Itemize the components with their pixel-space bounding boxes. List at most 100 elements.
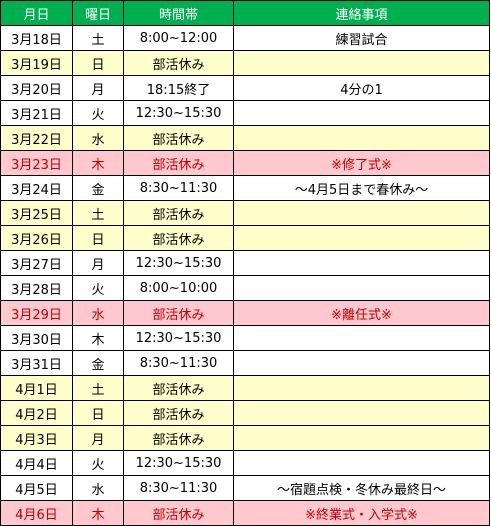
cell-time[interactable]: 部活休み	[123, 400, 234, 426]
cell-note[interactable]	[233, 250, 490, 276]
cell-day[interactable]: 水	[72, 300, 124, 326]
cell-day[interactable]: 金	[72, 350, 124, 376]
table-row: 3月31日金 8:30~11:30	[0, 350, 490, 376]
cell-time[interactable]: 8:00~10:00	[123, 275, 234, 301]
cell-day[interactable]: 木	[72, 325, 124, 351]
cell-time[interactable]: 部活休み	[123, 300, 234, 326]
cell-time[interactable]: 部活休み	[123, 500, 234, 526]
cell-day[interactable]: 金	[72, 175, 124, 201]
cell-day[interactable]: 月	[72, 250, 124, 276]
header-day: 曜日	[72, 0, 124, 26]
cell-date[interactable]: 3月31日	[0, 350, 73, 376]
cell-date[interactable]: 3月25日	[0, 200, 73, 226]
cell-date[interactable]: 3月20日	[0, 75, 73, 101]
cell-date[interactable]: 3月26日	[0, 225, 73, 251]
cell-note[interactable]: ※修了式※	[233, 150, 490, 176]
cell-time[interactable]: 部活休み	[123, 225, 234, 251]
table-row: 3月28日火 8:00~10:00	[0, 275, 490, 301]
cell-time[interactable]: 12:30~15:30	[123, 325, 234, 351]
cell-date[interactable]: 3月30日	[0, 325, 73, 351]
cell-date[interactable]: 3月28日	[0, 275, 73, 301]
cell-note[interactable]	[233, 425, 490, 451]
cell-date[interactable]: 3月27日	[0, 250, 73, 276]
cell-note[interactable]	[233, 100, 490, 126]
cell-time[interactable]: 部活休み	[123, 150, 234, 176]
header-time: 時間帯	[123, 0, 234, 26]
cell-note[interactable]	[233, 325, 490, 351]
cell-time[interactable]: 18:15終了	[123, 75, 234, 101]
table-row: 3月23日木部活休み ※修了式※	[0, 150, 490, 176]
table-row: 3月18日土 8:00~12:00 練習試合	[0, 25, 490, 51]
cell-day[interactable]: 月	[72, 75, 124, 101]
cell-note[interactable]	[233, 400, 490, 426]
cell-note[interactable]: 練習試合	[233, 25, 490, 51]
cell-time[interactable]: 部活休み	[123, 125, 234, 151]
cell-note[interactable]: ※終業式・入学式※	[233, 500, 490, 526]
cell-note[interactable]	[233, 450, 490, 476]
cell-note[interactable]: ～4月5日まで春休み～	[233, 175, 490, 201]
cell-date[interactable]: 4月5日	[0, 475, 73, 501]
cell-day[interactable]: 火	[72, 100, 124, 126]
cell-day[interactable]: 火	[72, 450, 124, 476]
cell-day[interactable]: 日	[72, 225, 124, 251]
table-row: 4月1日土部活休み	[0, 375, 490, 401]
cell-note[interactable]	[233, 125, 490, 151]
cell-day[interactable]: 月	[72, 425, 124, 451]
header-date: 月日	[0, 0, 73, 26]
table-row: 3月30日木 12:30~15:30	[0, 325, 490, 351]
table-row: 3月22日水部活休み	[0, 125, 490, 151]
cell-date[interactable]: 3月18日	[0, 25, 73, 51]
cell-day[interactable]: 土	[72, 25, 124, 51]
cell-time[interactable]: 8:30~11:30	[123, 475, 234, 501]
cell-date[interactable]: 4月6日	[0, 500, 73, 526]
cell-date[interactable]: 4月2日	[0, 400, 73, 426]
table-row: 3月29日水部活休み ※離任式※	[0, 300, 490, 326]
cell-note[interactable]	[233, 200, 490, 226]
table-row: 3月25日土部活休み	[0, 200, 490, 226]
cell-note[interactable]	[233, 375, 490, 401]
table-row: 4月4日火 12:30~15:30	[0, 450, 490, 476]
cell-date[interactable]: 4月3日	[0, 425, 73, 451]
schedule-table: 月日 曜日 時間帯 連絡事項 3月18日土 8:00~12:00 練習試合 3月19日…	[0, 0, 490, 526]
cell-date[interactable]: 3月19日	[0, 50, 73, 76]
cell-day[interactable]: 木	[72, 150, 124, 176]
cell-time[interactable]: 8:00~12:00	[123, 25, 234, 51]
cell-note[interactable]: ※離任式※	[233, 300, 490, 326]
cell-date[interactable]: 3月23日	[0, 150, 73, 176]
cell-time[interactable]: 部活休み	[123, 375, 234, 401]
header-notes: 連絡事項	[233, 0, 490, 26]
cell-day[interactable]: 日	[72, 400, 124, 426]
cell-time[interactable]: 部活休み	[123, 200, 234, 226]
cell-day[interactable]: 木	[72, 500, 124, 526]
cell-time[interactable]: 12:30~15:30	[123, 100, 234, 126]
cell-day[interactable]: 土	[72, 375, 124, 401]
cell-note[interactable]	[233, 225, 490, 251]
cell-date[interactable]: 3月29日	[0, 300, 73, 326]
table-row: 3月20日月 18:15終了 4分の1	[0, 75, 490, 101]
cell-day[interactable]: 日	[72, 50, 124, 76]
cell-time[interactable]: 8:30~11:30	[123, 175, 234, 201]
table-row: 3月21日火 12:30~15:30	[0, 100, 490, 126]
table-row: 3月19日日部活休み	[0, 50, 490, 76]
cell-note[interactable]	[233, 50, 490, 76]
cell-date[interactable]: 4月1日	[0, 375, 73, 401]
cell-time[interactable]: 12:30~15:30	[123, 250, 234, 276]
cell-note[interactable]: 4分の1	[233, 75, 490, 101]
cell-time[interactable]: 部活休み	[123, 50, 234, 76]
cell-time[interactable]: 部活休み	[123, 425, 234, 451]
cell-date[interactable]: 3月24日	[0, 175, 73, 201]
cell-day[interactable]: 土	[72, 200, 124, 226]
cell-date[interactable]: 3月22日	[0, 125, 73, 151]
cell-day[interactable]: 火	[72, 275, 124, 301]
cell-note[interactable]	[233, 275, 490, 301]
cell-date[interactable]: 3月21日	[0, 100, 73, 126]
header-row: 月日 曜日 時間帯 連絡事項	[0, 0, 490, 26]
cell-day[interactable]: 水	[72, 125, 124, 151]
cell-note[interactable]: ～宿題点検・冬休み最終日～	[233, 475, 490, 501]
cell-time[interactable]: 8:30~11:30	[123, 350, 234, 376]
cell-note[interactable]	[233, 350, 490, 376]
schedule-body: 3月18日土 8:00~12:00 練習試合 3月19日日部活休み 3月20日月 18:1…	[0, 25, 490, 526]
cell-date[interactable]: 4月4日	[0, 450, 73, 476]
cell-day[interactable]: 水	[72, 475, 124, 501]
cell-time[interactable]: 12:30~15:30	[123, 450, 234, 476]
